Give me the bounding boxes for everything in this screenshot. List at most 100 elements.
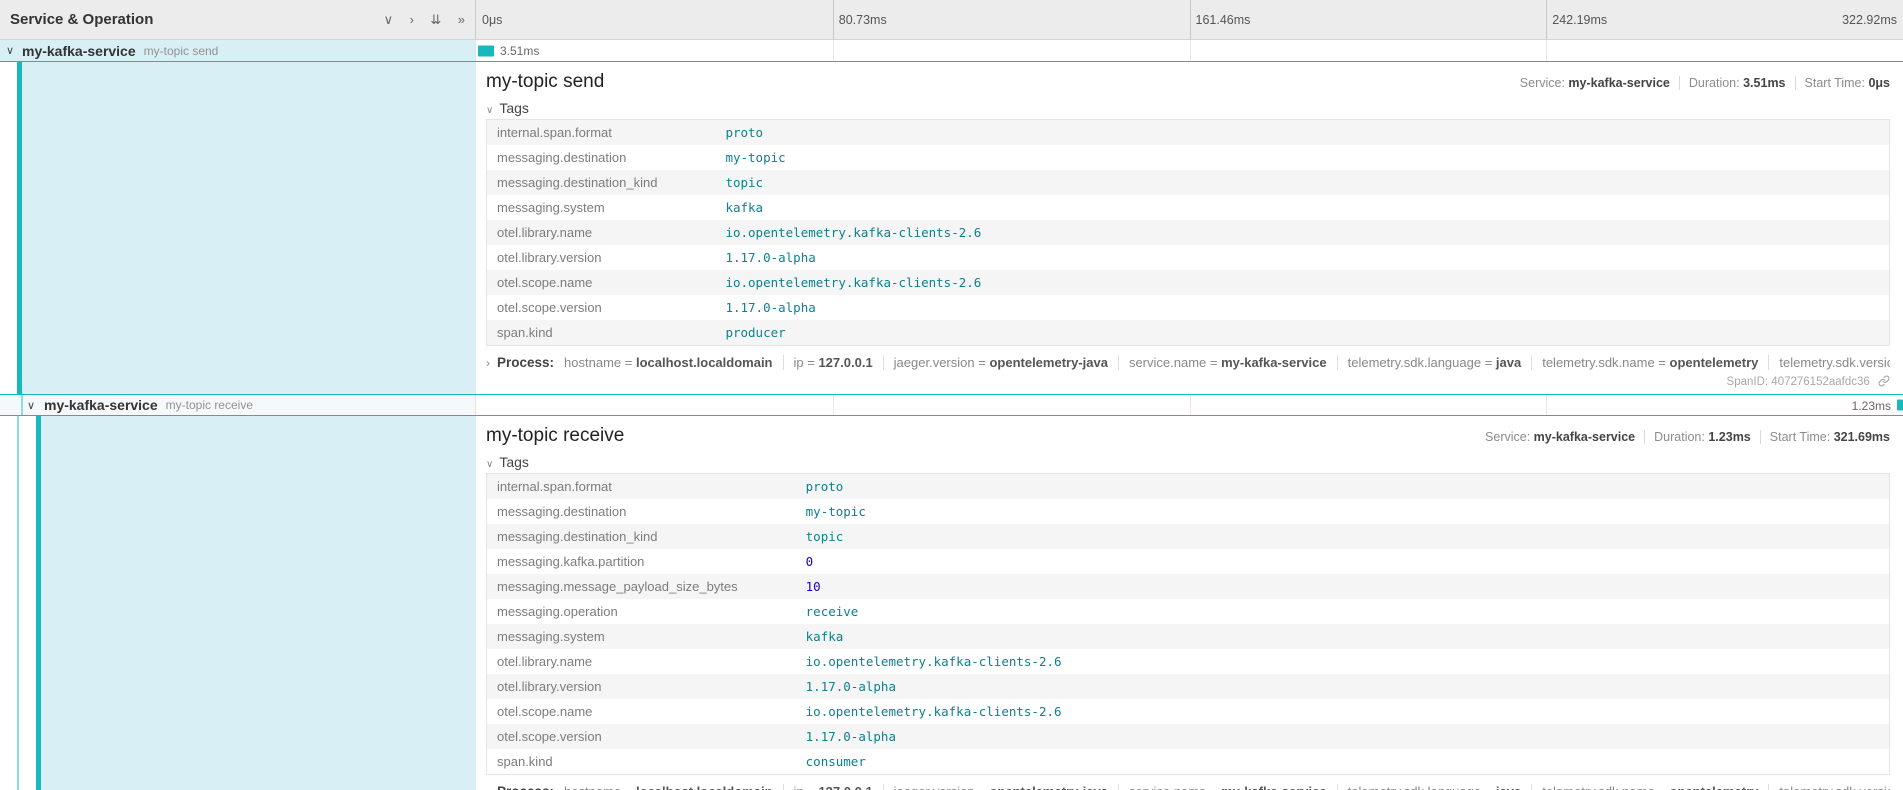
span-detail-meta: Service: my-kafka-serviceDuration: 3.51m… xyxy=(1520,76,1890,90)
tag-value: producer xyxy=(717,320,1889,346)
tag-row: span.kind consumer xyxy=(487,749,1890,775)
span-duration-label: 3.51ms xyxy=(500,40,539,62)
copy-link-icon[interactable] xyxy=(1878,375,1890,387)
timeline-gridline xyxy=(1546,395,1547,415)
ruler-tick-label: 242.19ms xyxy=(1546,0,1613,40)
timeline-gridline xyxy=(1190,395,1191,415)
tag-value: io.opentelemetry.kafka-clients-2.6 xyxy=(717,270,1889,295)
chevron-right-icon: › xyxy=(486,785,490,790)
tag-row: otel.scope.version 1.17.0-alpha xyxy=(487,295,1890,320)
timeline-collapse-controls: ∨ › ⇊ » xyxy=(372,11,465,29)
tag-row: internal.span.format proto xyxy=(487,474,1890,500)
tag-value: receive xyxy=(798,599,1890,624)
tag-key: messaging.system xyxy=(487,195,718,220)
tag-key: otel.library.name xyxy=(487,649,798,674)
process-attribute: telemetry.sdk.version1.17.0 xyxy=(1768,355,1890,370)
process-attribute: ip127.0.0.1 xyxy=(783,784,873,790)
span-detail-accent-column xyxy=(0,416,476,790)
tag-key: otel.scope.version xyxy=(487,724,798,749)
tag-key: otel.library.version xyxy=(487,674,798,699)
tag-value: consumer xyxy=(798,749,1890,775)
ruler-tick-label: 322.92ms xyxy=(1836,0,1903,40)
span-bar-send[interactable] xyxy=(478,45,494,56)
tag-key: messaging.destination xyxy=(487,145,718,170)
chevron-down-icon: ∨ xyxy=(486,105,493,116)
meta-service: Service: my-kafka-service xyxy=(1520,76,1670,90)
timeline-gridline xyxy=(1190,40,1191,61)
tags-table: internal.span.format proto messaging.des… xyxy=(486,119,1890,346)
tag-key: otel.library.version xyxy=(487,245,718,270)
tag-key: otel.scope.version xyxy=(487,295,718,320)
tag-value: 10 xyxy=(798,574,1890,599)
tags-accordion-header[interactable]: ∨Tags xyxy=(486,100,1890,116)
timeline-gridline xyxy=(833,395,834,415)
tag-key: messaging.destination xyxy=(487,499,798,524)
process-accordion-header[interactable]: › Process: hostnamelocalhost.localdomain… xyxy=(486,355,1890,370)
tag-row: messaging.destination_kind topic xyxy=(487,524,1890,549)
span-detail-content: my-topic send Service: my-kafka-serviceD… xyxy=(476,62,1903,394)
span-name-receive[interactable]: ∨ my-kafka-service my-topic receive xyxy=(0,395,476,415)
tag-value: kafka xyxy=(717,195,1889,220)
process-attribute: service.namemy-kafka-service xyxy=(1118,355,1327,370)
process-attribute: ip127.0.0.1 xyxy=(783,355,873,370)
span-timeline-send: 3.51ms xyxy=(476,40,1903,61)
tag-row: otel.library.version 1.17.0-alpha xyxy=(487,674,1890,699)
indent-guide xyxy=(21,395,23,415)
process-attribute: telemetry.sdk.nameopentelemetry xyxy=(1531,784,1758,790)
tag-row: messaging.destination my-topic xyxy=(487,499,1890,524)
operation-name: my-topic receive xyxy=(166,398,253,412)
collapse-one-icon[interactable]: ∨ xyxy=(384,12,394,28)
process-attribute: telemetry.sdk.nameopentelemetry xyxy=(1531,355,1758,370)
expand-all-icon[interactable]: » xyxy=(458,12,465,27)
tags-accordion-header[interactable]: ∨Tags xyxy=(486,454,1890,470)
tag-row: messaging.system kafka xyxy=(487,195,1890,220)
tag-value: proto xyxy=(798,474,1890,500)
tag-key: span.kind xyxy=(487,749,798,775)
tag-value: topic xyxy=(717,170,1889,195)
ruler-tick-label: 80.73ms xyxy=(833,0,893,40)
tag-key: internal.span.format xyxy=(487,120,718,146)
service-name: my-kafka-service xyxy=(22,43,136,59)
tag-row: otel.library.name io.opentelemetry.kafka… xyxy=(487,649,1890,674)
tag-value: io.opentelemetry.kafka-clients-2.6 xyxy=(717,220,1889,245)
process-summary: hostnamelocalhost.localdomain ip127.0.0.1… xyxy=(564,355,1890,370)
process-attribute: hostnamelocalhost.localdomain xyxy=(564,355,772,370)
ruler-tick-label: 161.46ms xyxy=(1190,0,1257,40)
tag-value: 1.17.0-alpha xyxy=(798,674,1890,699)
process-accordion-header[interactable]: › Process: hostnamelocalhost.localdomain… xyxy=(486,784,1890,790)
collapse-all-icon[interactable]: ⇊ xyxy=(430,12,441,28)
span-id-row: SpanID: 407276152aafdc36 xyxy=(486,375,1890,388)
tag-key: otel.scope.name xyxy=(487,699,798,724)
tag-value: topic xyxy=(798,524,1890,549)
tag-value: 1.17.0-alpha xyxy=(798,724,1890,749)
span-detail-meta: Service: my-kafka-serviceDuration: 1.23m… xyxy=(1485,430,1890,444)
service-operation-title: Service & Operation xyxy=(10,11,153,28)
tags-table: internal.span.format proto messaging.des… xyxy=(486,473,1890,775)
collapse-chevron-icon: ∨ xyxy=(27,399,35,412)
process-attribute: hostnamelocalhost.localdomain xyxy=(564,784,772,790)
tag-value: io.opentelemetry.kafka-clients-2.6 xyxy=(798,699,1890,724)
tag-value: 1.17.0-alpha xyxy=(717,295,1889,320)
expand-one-icon[interactable]: › xyxy=(410,12,414,27)
tag-row: messaging.operation receive xyxy=(487,599,1890,624)
tag-row: messaging.system kafka xyxy=(487,624,1890,649)
span-bar-receive[interactable] xyxy=(1897,400,1903,411)
timeline-header: Service & Operation ∨ › ⇊ » 0μs 80.73ms … xyxy=(0,0,1903,40)
span-detail-title: my-topic send xyxy=(486,71,604,93)
ruler-tick-label: 0μs xyxy=(476,0,508,40)
span-name-send[interactable]: ∨ my-kafka-service my-topic send xyxy=(0,40,476,61)
span-duration-label: 1.23ms xyxy=(1852,395,1891,417)
process-attribute: jaeger.versionopentelemetry-java xyxy=(883,784,1108,790)
process-attribute: service.namemy-kafka-service xyxy=(1118,784,1327,790)
tag-row: messaging.kafka.partition 0 xyxy=(487,549,1890,574)
process-summary: hostnamelocalhost.localdomain ip127.0.0.1… xyxy=(564,784,1890,790)
meta-start-time: Start Time: 321.69ms xyxy=(1760,430,1890,444)
tag-row: messaging.message_payload_size_bytes 10 xyxy=(487,574,1890,599)
timeline-gridline xyxy=(833,40,834,61)
process-attribute: telemetry.sdk.languagejava xyxy=(1337,784,1522,790)
tag-key: otel.library.name xyxy=(487,220,718,245)
timeline-ruler[interactable]: 0μs 80.73ms 161.46ms 242.19ms 322.92ms xyxy=(476,0,1903,39)
service-operation-header: Service & Operation ∨ › ⇊ » xyxy=(0,0,476,39)
span-detail-accent-column xyxy=(0,62,476,394)
timeline-gridline xyxy=(1546,40,1547,61)
